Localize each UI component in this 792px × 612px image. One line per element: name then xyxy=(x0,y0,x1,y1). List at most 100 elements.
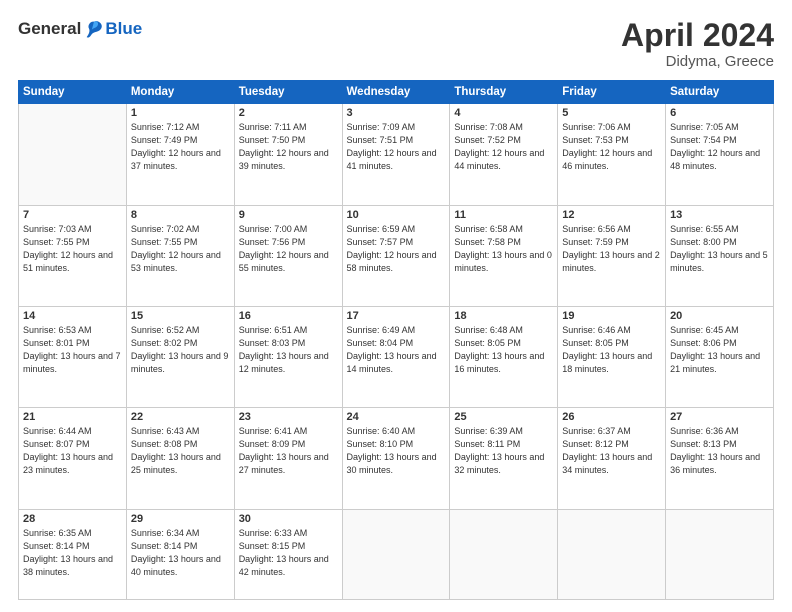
day-number: 17 xyxy=(347,310,446,322)
sunrise-label: Sunrise: 6:45 AM xyxy=(670,325,739,335)
day-info: Sunrise: 6:53 AM Sunset: 8:01 PM Dayligh… xyxy=(23,324,122,376)
sunset-label: Sunset: 8:14 PM xyxy=(23,541,90,551)
daylight-label: Daylight: 13 hours and 36 minutes. xyxy=(670,452,760,475)
day-number: 13 xyxy=(670,209,769,221)
daylight-label: Daylight: 12 hours and 51 minutes. xyxy=(23,250,113,273)
day-number: 29 xyxy=(131,513,230,525)
table-row: 22 Sunrise: 6:43 AM Sunset: 8:08 PM Dayl… xyxy=(126,408,234,509)
sunrise-label: Sunrise: 6:36 AM xyxy=(670,426,739,436)
sunrise-label: Sunrise: 7:06 AM xyxy=(562,122,631,132)
day-info: Sunrise: 6:51 AM Sunset: 8:03 PM Dayligh… xyxy=(239,324,338,376)
sunset-label: Sunset: 7:58 PM xyxy=(454,237,521,247)
day-number: 8 xyxy=(131,209,230,221)
sunrise-label: Sunrise: 7:05 AM xyxy=(670,122,739,132)
col-monday: Monday xyxy=(126,81,234,104)
day-info: Sunrise: 6:55 AM Sunset: 8:00 PM Dayligh… xyxy=(670,223,769,275)
daylight-label: Daylight: 13 hours and 32 minutes. xyxy=(454,452,544,475)
day-info: Sunrise: 6:59 AM Sunset: 7:57 PM Dayligh… xyxy=(347,223,446,275)
sunrise-label: Sunrise: 6:43 AM xyxy=(131,426,200,436)
table-row: 26 Sunrise: 6:37 AM Sunset: 8:12 PM Dayl… xyxy=(558,408,666,509)
table-row: 3 Sunrise: 7:09 AM Sunset: 7:51 PM Dayli… xyxy=(342,104,450,205)
day-info: Sunrise: 7:05 AM Sunset: 7:54 PM Dayligh… xyxy=(670,121,769,173)
sunrise-label: Sunrise: 7:08 AM xyxy=(454,122,523,132)
sunrise-label: Sunrise: 7:02 AM xyxy=(131,224,200,234)
day-number: 18 xyxy=(454,310,553,322)
day-number: 9 xyxy=(239,209,338,221)
table-row: 21 Sunrise: 6:44 AM Sunset: 8:07 PM Dayl… xyxy=(19,408,127,509)
daylight-label: Daylight: 13 hours and 5 minutes. xyxy=(670,250,768,273)
day-info: Sunrise: 7:06 AM Sunset: 7:53 PM Dayligh… xyxy=(562,121,661,173)
table-row: 6 Sunrise: 7:05 AM Sunset: 7:54 PM Dayli… xyxy=(666,104,774,205)
table-row: 14 Sunrise: 6:53 AM Sunset: 8:01 PM Dayl… xyxy=(19,306,127,407)
table-row: 28 Sunrise: 6:35 AM Sunset: 8:14 PM Dayl… xyxy=(19,509,127,600)
sunrise-label: Sunrise: 7:12 AM xyxy=(131,122,200,132)
daylight-label: Daylight: 13 hours and 7 minutes. xyxy=(23,351,121,374)
sunset-label: Sunset: 8:00 PM xyxy=(670,237,737,247)
sunset-label: Sunset: 7:51 PM xyxy=(347,135,414,145)
table-row: 23 Sunrise: 6:41 AM Sunset: 8:09 PM Dayl… xyxy=(234,408,342,509)
table-row: 20 Sunrise: 6:45 AM Sunset: 8:06 PM Dayl… xyxy=(666,306,774,407)
sunset-label: Sunset: 8:10 PM xyxy=(347,439,414,449)
table-row xyxy=(19,104,127,205)
sunset-label: Sunset: 7:55 PM xyxy=(23,237,90,247)
day-number: 11 xyxy=(454,209,553,221)
day-number: 15 xyxy=(131,310,230,322)
daylight-label: Daylight: 13 hours and 23 minutes. xyxy=(23,452,113,475)
daylight-label: Daylight: 12 hours and 41 minutes. xyxy=(347,148,437,171)
sunrise-label: Sunrise: 6:49 AM xyxy=(347,325,416,335)
daylight-label: Daylight: 12 hours and 55 minutes. xyxy=(239,250,329,273)
day-number: 7 xyxy=(23,209,122,221)
daylight-label: Daylight: 13 hours and 9 minutes. xyxy=(131,351,229,374)
col-tuesday: Tuesday xyxy=(234,81,342,104)
day-number: 22 xyxy=(131,411,230,423)
day-number: 25 xyxy=(454,411,553,423)
daylight-label: Daylight: 13 hours and 40 minutes. xyxy=(131,554,221,577)
daylight-label: Daylight: 12 hours and 53 minutes. xyxy=(131,250,221,273)
day-info: Sunrise: 7:00 AM Sunset: 7:56 PM Dayligh… xyxy=(239,223,338,275)
page: General Blue April 2024 Didyma, Greece S… xyxy=(0,0,792,612)
day-number: 12 xyxy=(562,209,661,221)
sunrise-label: Sunrise: 6:37 AM xyxy=(562,426,631,436)
table-row: 5 Sunrise: 7:06 AM Sunset: 7:53 PM Dayli… xyxy=(558,104,666,205)
logo: General Blue xyxy=(18,18,142,40)
day-number: 21 xyxy=(23,411,122,423)
daylight-label: Daylight: 12 hours and 46 minutes. xyxy=(562,148,652,171)
sunrise-label: Sunrise: 7:00 AM xyxy=(239,224,308,234)
header: General Blue April 2024 Didyma, Greece xyxy=(18,18,774,70)
day-number: 14 xyxy=(23,310,122,322)
day-number: 6 xyxy=(670,107,769,119)
col-sunday: Sunday xyxy=(19,81,127,104)
day-info: Sunrise: 6:35 AM Sunset: 8:14 PM Dayligh… xyxy=(23,527,122,579)
logo-blue: Blue xyxy=(105,19,142,39)
day-info: Sunrise: 7:11 AM Sunset: 7:50 PM Dayligh… xyxy=(239,121,338,173)
table-row: 8 Sunrise: 7:02 AM Sunset: 7:55 PM Dayli… xyxy=(126,205,234,306)
sunset-label: Sunset: 8:15 PM xyxy=(239,541,306,551)
sunset-label: Sunset: 7:53 PM xyxy=(562,135,629,145)
day-info: Sunrise: 6:58 AM Sunset: 7:58 PM Dayligh… xyxy=(454,223,553,275)
daylight-label: Daylight: 13 hours and 16 minutes. xyxy=(454,351,544,374)
table-row: 13 Sunrise: 6:55 AM Sunset: 8:00 PM Dayl… xyxy=(666,205,774,306)
table-row: 29 Sunrise: 6:34 AM Sunset: 8:14 PM Dayl… xyxy=(126,509,234,600)
day-info: Sunrise: 7:08 AM Sunset: 7:52 PM Dayligh… xyxy=(454,121,553,173)
table-row: 17 Sunrise: 6:49 AM Sunset: 8:04 PM Dayl… xyxy=(342,306,450,407)
table-row: 10 Sunrise: 6:59 AM Sunset: 7:57 PM Dayl… xyxy=(342,205,450,306)
day-info: Sunrise: 6:37 AM Sunset: 8:12 PM Dayligh… xyxy=(562,425,661,477)
day-info: Sunrise: 6:45 AM Sunset: 8:06 PM Dayligh… xyxy=(670,324,769,376)
day-info: Sunrise: 6:52 AM Sunset: 8:02 PM Dayligh… xyxy=(131,324,230,376)
sunrise-label: Sunrise: 7:11 AM xyxy=(239,122,307,132)
sunset-label: Sunset: 7:56 PM xyxy=(239,237,306,247)
col-wednesday: Wednesday xyxy=(342,81,450,104)
day-info: Sunrise: 6:46 AM Sunset: 8:05 PM Dayligh… xyxy=(562,324,661,376)
table-row xyxy=(450,509,558,600)
day-number: 23 xyxy=(239,411,338,423)
day-info: Sunrise: 7:09 AM Sunset: 7:51 PM Dayligh… xyxy=(347,121,446,173)
sunset-label: Sunset: 7:57 PM xyxy=(347,237,414,247)
day-number: 28 xyxy=(23,513,122,525)
day-number: 24 xyxy=(347,411,446,423)
day-info: Sunrise: 6:34 AM Sunset: 8:14 PM Dayligh… xyxy=(131,527,230,579)
sunset-label: Sunset: 8:03 PM xyxy=(239,338,306,348)
sunset-label: Sunset: 8:12 PM xyxy=(562,439,629,449)
daylight-label: Daylight: 12 hours and 58 minutes. xyxy=(347,250,437,273)
sunrise-label: Sunrise: 6:58 AM xyxy=(454,224,523,234)
day-info: Sunrise: 6:39 AM Sunset: 8:11 PM Dayligh… xyxy=(454,425,553,477)
